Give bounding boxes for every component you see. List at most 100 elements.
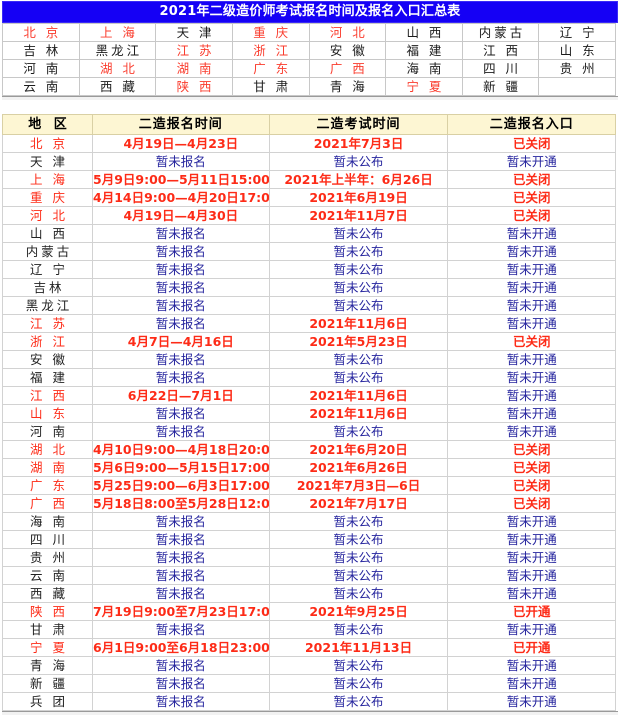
region-link-28[interactable]: 青 海 (308, 77, 387, 96)
region-link-18[interactable]: 湖 南 (155, 59, 233, 78)
cell-entry-status[interactable]: 暂未开通 (447, 530, 616, 549)
region-link-0[interactable]: 北 京 (2, 23, 80, 42)
cell-entry-status[interactable]: 暂未开通 (447, 548, 616, 567)
region-link-3[interactable]: 重 庆 (231, 23, 310, 42)
cell-region[interactable]: 青 海 (2, 656, 93, 675)
region-link-9[interactable]: 黑龙江 (78, 41, 157, 60)
region-link-10[interactable]: 江 苏 (155, 41, 233, 60)
cell-region[interactable]: 甘 肃 (2, 620, 93, 639)
region-link-11[interactable]: 浙 江 (231, 41, 310, 60)
region-link-4[interactable]: 河 北 (308, 23, 387, 42)
region-link-2[interactable]: 天 津 (155, 23, 233, 42)
cell-entry-status[interactable]: 已关闭 (447, 206, 616, 225)
cell-entry-status[interactable]: 已关闭 (447, 188, 616, 207)
cell-entry-status[interactable]: 已关闭 (447, 170, 616, 189)
region-link-5[interactable]: 山 西 (385, 23, 463, 42)
region-link-14[interactable]: 江 西 (461, 41, 540, 60)
cell-entry-status[interactable]: 暂未开通 (447, 404, 616, 423)
cell-region[interactable]: 广 西 (2, 494, 93, 513)
cell-entry-status[interactable]: 暂未开通 (447, 620, 616, 639)
region-link-16[interactable]: 河 南 (2, 59, 80, 78)
cell-region[interactable]: 贵 州 (2, 548, 93, 567)
cell-entry-status[interactable]: 暂未开通 (447, 692, 616, 711)
region-link-6[interactable]: 内蒙古 (461, 23, 540, 42)
cell-entry-status[interactable]: 暂未开通 (447, 422, 616, 441)
cell-entry-status[interactable]: 暂未开通 (447, 224, 616, 243)
cell-entry-status[interactable]: 已开通 (447, 638, 616, 657)
region-link-17[interactable]: 湖 北 (78, 59, 157, 78)
cell-region[interactable]: 安 徽 (2, 350, 93, 369)
region-link-21[interactable]: 海 南 (385, 59, 463, 78)
cell-entry-status[interactable]: 暂未开通 (447, 584, 616, 603)
cell-region[interactable]: 山 东 (2, 404, 93, 423)
cell-region[interactable]: 重 庆 (2, 188, 93, 207)
cell-region[interactable]: 兵 团 (2, 692, 93, 711)
cell-region[interactable]: 辽 宁 (2, 260, 93, 279)
cell-entry-status[interactable]: 暂未开通 (447, 674, 616, 693)
cell-entry-status[interactable]: 暂未开通 (447, 260, 616, 279)
cell-entry-status[interactable]: 暂未开通 (447, 368, 616, 387)
cell-region[interactable]: 天 津 (2, 152, 93, 171)
cell-entry-status[interactable]: 已关闭 (447, 440, 616, 459)
cell-region[interactable]: 上 海 (2, 170, 93, 189)
cell-region[interactable]: 浙 江 (2, 332, 93, 351)
region-link-25[interactable]: 西 藏 (78, 77, 157, 96)
cell-entry-status[interactable]: 暂未开通 (447, 386, 616, 405)
cell-entry-status[interactable]: 已关闭 (447, 458, 616, 477)
cell-region[interactable]: 山 西 (2, 224, 93, 243)
cell-region[interactable]: 广 东 (2, 476, 93, 495)
cell-region[interactable]: 福 建 (2, 368, 93, 387)
cell-region[interactable]: 江 苏 (2, 314, 93, 333)
cell-region[interactable]: 内蒙古 (2, 242, 93, 261)
cell-entry-status[interactable]: 暂未开通 (447, 350, 616, 369)
cell-signup-time: 4月19日—4月30日 (92, 206, 270, 225)
cell-entry-status[interactable]: 已关闭 (447, 476, 616, 495)
region-link-8[interactable]: 吉 林 (2, 41, 80, 60)
region-link-7[interactable]: 辽 宁 (538, 23, 616, 42)
cell-entry-status[interactable]: 暂未开通 (447, 566, 616, 585)
cell-entry-status[interactable]: 暂未开通 (447, 242, 616, 261)
cell-entry-status[interactable]: 暂未开通 (447, 314, 616, 333)
cell-entry-status[interactable]: 已关闭 (447, 134, 616, 153)
region-link-27[interactable]: 甘 肃 (231, 77, 310, 96)
cell-region[interactable]: 西 藏 (2, 584, 93, 603)
region-link-15[interactable]: 山 东 (538, 41, 616, 60)
region-link-24[interactable]: 云 南 (2, 77, 80, 96)
region-link-1[interactable]: 上 海 (78, 23, 157, 42)
cell-entry-status[interactable]: 已开通 (447, 602, 616, 621)
cell-entry-status[interactable]: 暂未开通 (447, 152, 616, 171)
cell-region[interactable]: 北 京 (2, 134, 93, 153)
cell-entry-status[interactable]: 暂未开通 (447, 656, 616, 675)
cell-entry-status[interactable]: 暂未开通 (447, 512, 616, 531)
cell-exam-time: 2021年6月20日 (268, 440, 449, 459)
cell-region[interactable]: 河 北 (2, 206, 93, 225)
region-link-26[interactable]: 陕 西 (155, 77, 233, 96)
region-link-30[interactable]: 新 疆 (461, 77, 540, 96)
cell-region[interactable]: 江 西 (2, 386, 93, 405)
region-link-29[interactable]: 宁 夏 (385, 77, 463, 96)
cell-signup-time: 4月7日—4月16日 (92, 332, 270, 351)
cell-entry-status[interactable]: 暂未开通 (447, 278, 616, 297)
region-link-23[interactable]: 贵 州 (538, 59, 616, 78)
cell-region[interactable]: 云 南 (2, 566, 93, 585)
cell-region[interactable]: 湖 北 (2, 440, 93, 459)
region-link-20[interactable]: 广 西 (308, 59, 387, 78)
cell-signup-time: 暂未报名 (92, 512, 270, 531)
cell-entry-status[interactable]: 暂未开通 (447, 296, 616, 315)
cell-entry-status[interactable]: 已关闭 (447, 332, 616, 351)
region-link-19[interactable]: 广 东 (231, 59, 310, 78)
cell-region[interactable]: 宁 夏 (2, 638, 93, 657)
cell-region[interactable]: 新 疆 (2, 674, 93, 693)
cell-region[interactable]: 海 南 (2, 512, 93, 531)
cell-region[interactable]: 陕 西 (2, 602, 93, 621)
region-link-12[interactable]: 安 徽 (308, 41, 387, 60)
region-link-22[interactable]: 四 川 (461, 59, 540, 78)
cell-region[interactable]: 吉林 (2, 278, 93, 297)
region-link-13[interactable]: 福 建 (385, 41, 463, 60)
cell-region[interactable]: 湖 南 (2, 458, 93, 477)
cell-exam-time: 2021年11月7日 (268, 206, 449, 225)
cell-entry-status[interactable]: 已关闭 (447, 494, 616, 513)
cell-region[interactable]: 河 南 (2, 422, 93, 441)
cell-region[interactable]: 黑龙江 (2, 296, 93, 315)
cell-region[interactable]: 四 川 (2, 530, 93, 549)
